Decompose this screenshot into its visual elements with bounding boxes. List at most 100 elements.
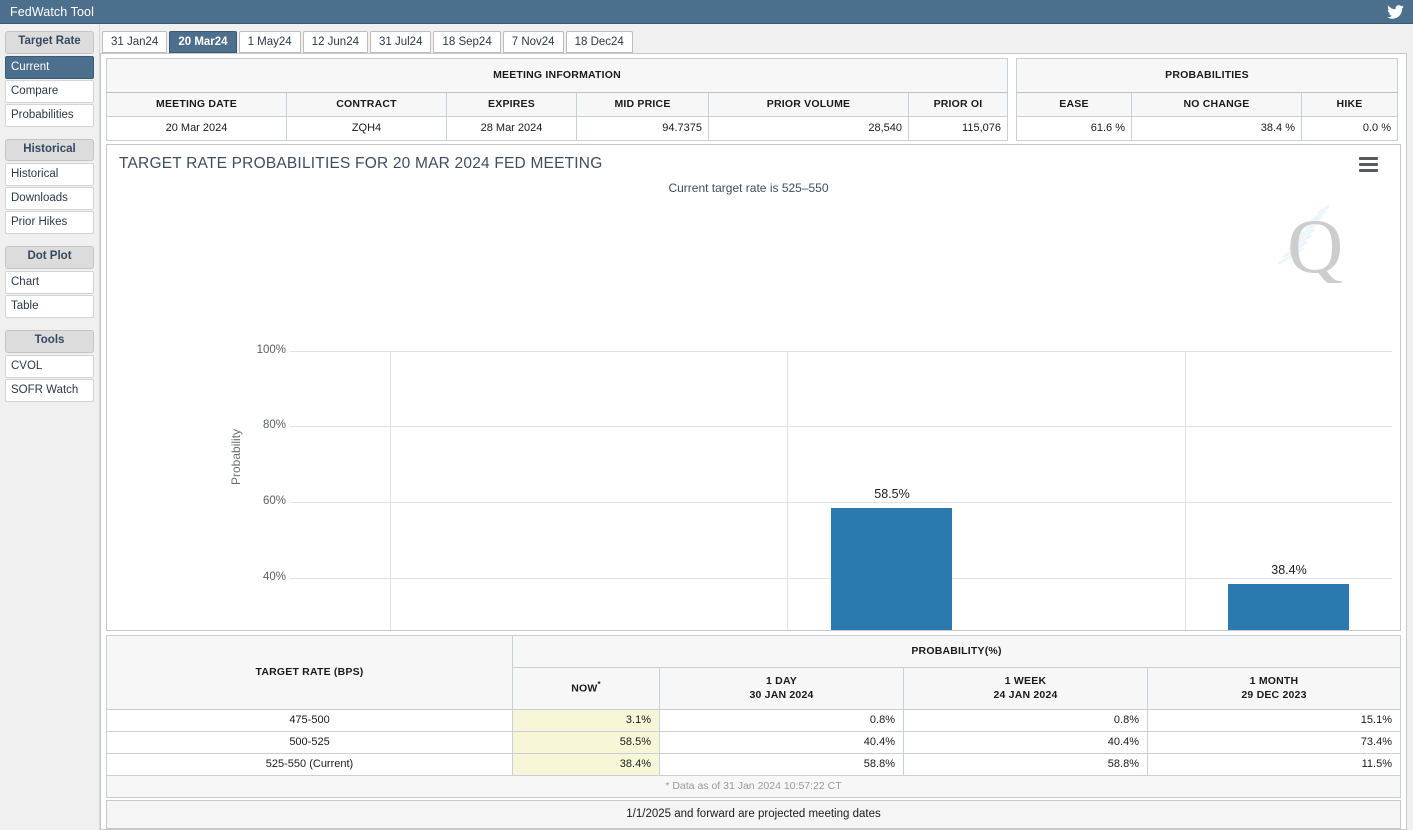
app-title: FedWatch Tool bbox=[10, 5, 94, 19]
cell-meeting-date: 20 Mar 2024 bbox=[107, 117, 287, 141]
header-now: NOW* bbox=[513, 667, 660, 709]
y-tick-100: 100% bbox=[242, 344, 286, 356]
header-now-label: NOW bbox=[571, 682, 597, 694]
sidebar-item-cvol[interactable]: CVOL bbox=[5, 355, 94, 378]
sidebar-group-tools: Tools CVOL SOFR Watch bbox=[2, 330, 97, 402]
row-now-525-550: 38.4% bbox=[513, 754, 660, 776]
header-1-day-line2: 30 JAN 2024 bbox=[749, 689, 813, 701]
row-target-500-525: 500-525 bbox=[107, 732, 513, 754]
gridline-60 bbox=[290, 502, 1392, 503]
header-expires: EXPIRES bbox=[447, 93, 577, 117]
sidebar-item-current[interactable]: Current bbox=[5, 56, 94, 79]
sidebar-group-header-target-rate: Target Rate bbox=[5, 31, 94, 54]
sidebar-group-historical: Historical Historical Downloads Prior Hi… bbox=[2, 139, 97, 235]
sidebar-group-target-rate: Target Rate Current Compare Probabilitie… bbox=[2, 31, 97, 127]
tab-31-jul24[interactable]: 31 Jul24 bbox=[370, 31, 431, 53]
row-now-475-500: 3.1% bbox=[513, 710, 660, 732]
row-1week-525-550: 58.8% bbox=[904, 754, 1148, 776]
gridline-100 bbox=[290, 351, 1392, 352]
header-prior-oi: PRIOR OI bbox=[909, 93, 1008, 117]
tab-12-jun24[interactable]: 12 Jun24 bbox=[303, 31, 368, 53]
tab-20-mar24[interactable]: 20 Mar24 bbox=[169, 31, 236, 53]
row-1month-475-500: 15.1% bbox=[1148, 710, 1401, 732]
probability-chart: TARGET RATE PROBABILITIES FOR 20 MAR 202… bbox=[106, 144, 1401, 631]
bar-500-525[interactable] bbox=[831, 508, 952, 631]
sidebar-item-probabilities[interactable]: Probabilities bbox=[5, 104, 94, 127]
sidebar-item-historical[interactable]: Historical bbox=[5, 163, 94, 186]
header-1-week-line1: 1 WEEK bbox=[1005, 675, 1046, 687]
header-ease: EASE bbox=[1017, 93, 1132, 117]
bar-label-500-525: 58.5% bbox=[874, 487, 909, 501]
cell-expires: 28 Mar 2024 bbox=[447, 117, 577, 141]
cell-no-change: 38.4 % bbox=[1132, 117, 1302, 141]
chart-y-axis-label: Probability bbox=[229, 429, 243, 485]
tab-18-dec24[interactable]: 18 Dec24 bbox=[566, 31, 633, 53]
cell-ease: 61.6 % bbox=[1017, 117, 1132, 141]
sidebar-item-sofr-watch[interactable]: SOFR Watch bbox=[5, 379, 94, 402]
gridline-vertical-1 bbox=[390, 351, 391, 631]
y-tick-40: 40% bbox=[242, 571, 286, 583]
header-1-month-line2: 29 DEC 2023 bbox=[1241, 689, 1306, 701]
table-row: 525-550 (Current) 38.4% 58.8% 58.8% 11.5… bbox=[107, 754, 1401, 776]
gridline-80 bbox=[290, 426, 1392, 427]
row-1month-500-525: 73.4% bbox=[1148, 732, 1401, 754]
header-contract: CONTRACT bbox=[287, 93, 447, 117]
header-mid-price: MID PRICE bbox=[577, 93, 709, 117]
sidebar-item-prior-hikes[interactable]: Prior Hikes bbox=[5, 211, 94, 234]
meeting-information-row: 20 Mar 2024 ZQH4 28 Mar 2024 94.7375 28,… bbox=[107, 117, 1008, 141]
header-prior-volume: PRIOR VOLUME bbox=[709, 93, 909, 117]
row-1day-500-525: 40.4% bbox=[660, 732, 904, 754]
row-1week-475-500: 0.8% bbox=[904, 710, 1148, 732]
row-now-500-525: 58.5% bbox=[513, 732, 660, 754]
header-1-week-line2: 24 JAN 2024 bbox=[993, 689, 1057, 701]
sidebar-group-header-tools: Tools bbox=[5, 330, 94, 353]
sidebar-item-compare[interactable]: Compare bbox=[5, 80, 94, 103]
tab-7-nov24[interactable]: 7 Nov24 bbox=[503, 31, 564, 53]
chart-plot-area: Probability 100% 80% 60% 40% bbox=[107, 145, 1400, 630]
gridline-vertical-2 bbox=[787, 351, 788, 631]
bar-label-525-550: 38.4% bbox=[1271, 563, 1306, 577]
sidebar-group-dot-plot: Dot Plot Chart Table bbox=[2, 246, 97, 318]
header-meeting-date: MEETING DATE bbox=[107, 93, 287, 117]
sidebar-item-downloads[interactable]: Downloads bbox=[5, 187, 94, 210]
header-1-day-line1: 1 DAY bbox=[766, 675, 797, 687]
row-1day-525-550: 58.8% bbox=[660, 754, 904, 776]
cell-mid-price: 94.7375 bbox=[577, 117, 709, 141]
twitter-icon[interactable] bbox=[1385, 3, 1405, 21]
header-probability-group: PROBABILITY(%) bbox=[513, 635, 1401, 667]
sidebar-item-chart[interactable]: Chart bbox=[5, 271, 94, 294]
header-1-day: 1 DAY 30 JAN 2024 bbox=[660, 667, 904, 709]
main-content: 31 Jan24 20 Mar24 1 May24 12 Jun24 31 Ju… bbox=[100, 24, 1413, 830]
app-body: Target Rate Current Compare Probabilitie… bbox=[0, 24, 1413, 830]
cell-hike: 0.0 % bbox=[1302, 117, 1398, 141]
header-1-month-line1: 1 MONTH bbox=[1250, 675, 1299, 687]
cell-contract: ZQH4 bbox=[287, 117, 447, 141]
probabilities-summary-table: PROBABILITIES EASE NO CHANGE HIKE 61.6 %… bbox=[1016, 58, 1398, 141]
meeting-information-table: MEETING INFORMATION MEETING DATE CONTRAC… bbox=[106, 58, 1008, 141]
header-no-change: NO CHANGE bbox=[1132, 93, 1302, 117]
sidebar-item-table[interactable]: Table bbox=[5, 295, 94, 318]
probabilities-summary-row: 61.6 % 38.4 % 0.0 % bbox=[1017, 117, 1398, 141]
y-tick-60: 60% bbox=[242, 495, 286, 507]
info-tables-row: MEETING INFORMATION MEETING DATE CONTRAC… bbox=[101, 54, 1406, 143]
sidebar-spacer-3 bbox=[2, 319, 97, 327]
tab-18-sep24[interactable]: 18 Sep24 bbox=[433, 31, 500, 53]
header-now-asterisk: * bbox=[597, 680, 600, 689]
sidebar-nav: Target Rate Current Compare Probabilitie… bbox=[0, 24, 100, 830]
sidebar-spacer-1 bbox=[2, 128, 97, 136]
bar-525-550[interactable] bbox=[1228, 584, 1349, 631]
gridline-vertical-3 bbox=[1185, 351, 1186, 631]
probabilities-summary-title: PROBABILITIES bbox=[1017, 59, 1398, 93]
row-1month-525-550: 11.5% bbox=[1148, 754, 1401, 776]
probability-table: TARGET RATE (BPS) PROBABILITY(%) NOW* 1 … bbox=[106, 635, 1401, 776]
tab-1-may24[interactable]: 1 May24 bbox=[239, 31, 301, 53]
header-hike: HIKE bbox=[1302, 93, 1398, 117]
cell-prior-volume: 28,540 bbox=[709, 117, 909, 141]
row-1day-475-500: 0.8% bbox=[660, 710, 904, 732]
projected-dates-note: 1/1/2025 and forward are projected meeti… bbox=[106, 800, 1401, 829]
meeting-date-tabs: 31 Jan24 20 Mar24 1 May24 12 Jun24 31 Ju… bbox=[100, 24, 1407, 53]
tab-31-jan24[interactable]: 31 Jan24 bbox=[102, 31, 167, 53]
window-title-bar: FedWatch Tool bbox=[0, 0, 1413, 24]
header-1-month: 1 MONTH 29 DEC 2023 bbox=[1148, 667, 1401, 709]
cell-prior-oi: 115,076 bbox=[909, 117, 1008, 141]
